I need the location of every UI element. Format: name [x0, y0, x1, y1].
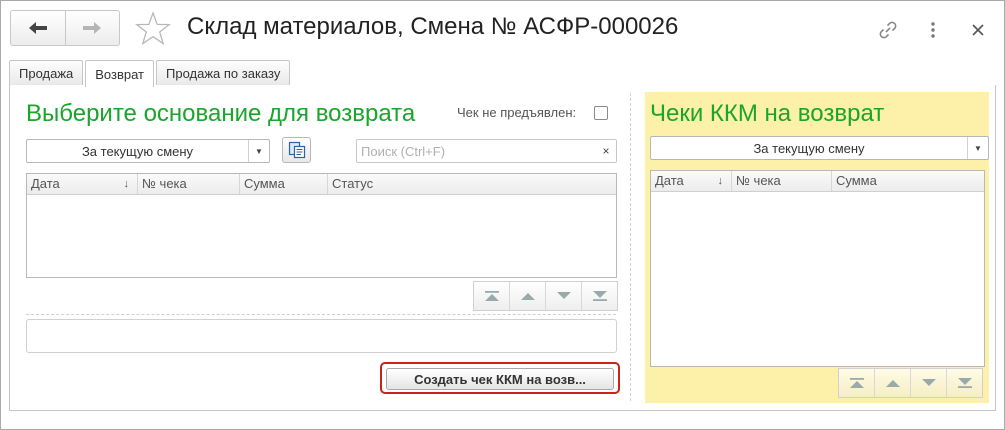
- period-select-value: За текущую смену: [81, 143, 194, 159]
- move-down-button[interactable]: [910, 369, 946, 397]
- right-table-navigation: [838, 368, 983, 398]
- table-header: Дата ↓ № чека Сумма: [651, 171, 984, 192]
- section-divider: [26, 314, 616, 315]
- column-amount[interactable]: Сумма: [240, 174, 328, 194]
- column-date[interactable]: Дата ↓: [27, 174, 138, 194]
- star-icon[interactable]: [135, 11, 171, 47]
- column-divider: [630, 93, 631, 401]
- column-status[interactable]: Статус: [328, 174, 615, 194]
- column-receipt-number[interactable]: № чека: [138, 174, 240, 194]
- move-last-button[interactable]: [581, 282, 617, 310]
- back-arrow-icon: [28, 22, 47, 34]
- dropdown-arrow-icon[interactable]: ▼: [967, 137, 988, 159]
- search-input[interactable]: [357, 140, 587, 162]
- receipt-not-presented-checkbox[interactable]: [594, 106, 608, 120]
- comment-field[interactable]: [26, 319, 617, 353]
- sort-desc-icon: ↓: [123, 178, 130, 190]
- column-date-label: Дата: [655, 173, 684, 188]
- return-basis-heading: Выберите основание для возврата: [26, 100, 416, 127]
- search-field: ×: [356, 139, 617, 163]
- select-document-button[interactable]: [282, 137, 311, 163]
- table-header: Дата ↓ № чека Сумма Статус: [27, 174, 616, 195]
- tab-sale-by-order[interactable]: Продажа по заказу: [156, 60, 291, 85]
- table-navigation: [473, 281, 618, 311]
- tab-bar: Продажа Возврат Продажа по заказу: [9, 60, 292, 87]
- sort-desc-icon: ↓: [717, 175, 724, 187]
- right-period-select-value: За текущую смену: [753, 140, 865, 156]
- navigation-buttons: [10, 10, 120, 46]
- move-down-icon: [921, 379, 936, 386]
- highlight-frame: Создать чек ККМ на возв...: [380, 362, 620, 394]
- move-first-icon: [484, 291, 499, 301]
- move-up-icon: [885, 380, 900, 387]
- receipt-not-presented-label: Чек не предъявлен:: [457, 105, 577, 120]
- move-up-button[interactable]: [874, 369, 910, 397]
- document-list-icon: [288, 141, 305, 159]
- return-receipts-table: Дата ↓ № чека Сумма: [650, 170, 985, 367]
- move-last-icon: [957, 378, 972, 388]
- column-receipt-number[interactable]: № чека: [732, 171, 832, 191]
- tab-sale[interactable]: Продажа: [9, 60, 84, 85]
- column-date-label: Дата: [31, 176, 60, 191]
- tab-return[interactable]: Возврат: [85, 60, 155, 87]
- move-down-button[interactable]: [545, 282, 581, 310]
- move-first-icon: [849, 378, 864, 388]
- move-first-button[interactable]: [839, 369, 874, 397]
- close-icon[interactable]: [965, 17, 991, 43]
- forward-arrow-icon: [83, 22, 102, 34]
- receipts-table: Дата ↓ № чека Сумма Статус: [26, 173, 617, 278]
- period-select[interactable]: За текущую смену ▼: [26, 139, 270, 163]
- dropdown-arrow-icon[interactable]: ▼: [248, 140, 269, 162]
- move-up-button[interactable]: [509, 282, 545, 310]
- right-period-select[interactable]: За текущую смену ▼: [650, 136, 989, 160]
- more-icon[interactable]: [920, 17, 946, 43]
- clear-icon[interactable]: ×: [596, 140, 616, 162]
- move-last-button[interactable]: [946, 369, 982, 397]
- move-up-icon: [520, 293, 535, 300]
- link-icon[interactable]: [875, 17, 901, 43]
- move-last-icon: [592, 291, 607, 301]
- form-window: Склад материалов, Смена № АСФР-000026 Пр…: [0, 0, 1005, 430]
- forward-button[interactable]: [64, 11, 120, 45]
- return-receipts-heading: Чеки ККМ на возврат: [650, 100, 885, 127]
- move-first-button[interactable]: [474, 282, 509, 310]
- move-down-icon: [556, 292, 571, 299]
- return-receipts-panel: Чеки ККМ на возврат За текущую смену ▼ Д…: [645, 92, 989, 403]
- column-date[interactable]: Дата ↓: [651, 171, 732, 191]
- back-button[interactable]: [11, 11, 65, 45]
- page-title: Склад материалов, Смена № АСФР-000026: [187, 13, 679, 40]
- create-return-receipt-button[interactable]: Создать чек ККМ на возв...: [386, 368, 614, 390]
- column-amount[interactable]: Сумма: [832, 171, 984, 191]
